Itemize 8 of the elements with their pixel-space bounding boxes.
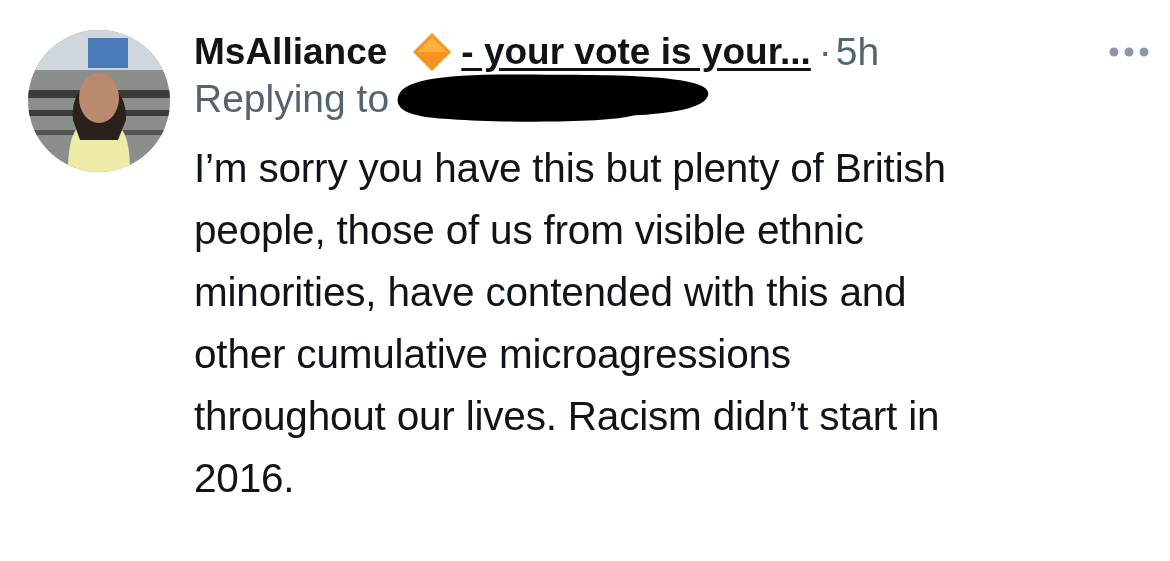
more-icon[interactable] — [1108, 46, 1150, 59]
tweet-text: I’m sorry you have this but plenty of British people, those of us from visible ethnic minorities, have contended with this and other cumulative microagressions throughout our lives. Racism didn’t start in 2016. — [194, 143, 947, 503]
timestamp[interactable]: 5h — [835, 30, 880, 75]
author-name-suffix[interactable]: - your vote is your... — [461, 31, 811, 74]
author-name[interactable]: MsAlliance — [194, 31, 388, 74]
replying-to-label: Replying to — [194, 77, 390, 123]
separator: · — [818, 30, 832, 75]
diamond-icon — [411, 31, 454, 74]
